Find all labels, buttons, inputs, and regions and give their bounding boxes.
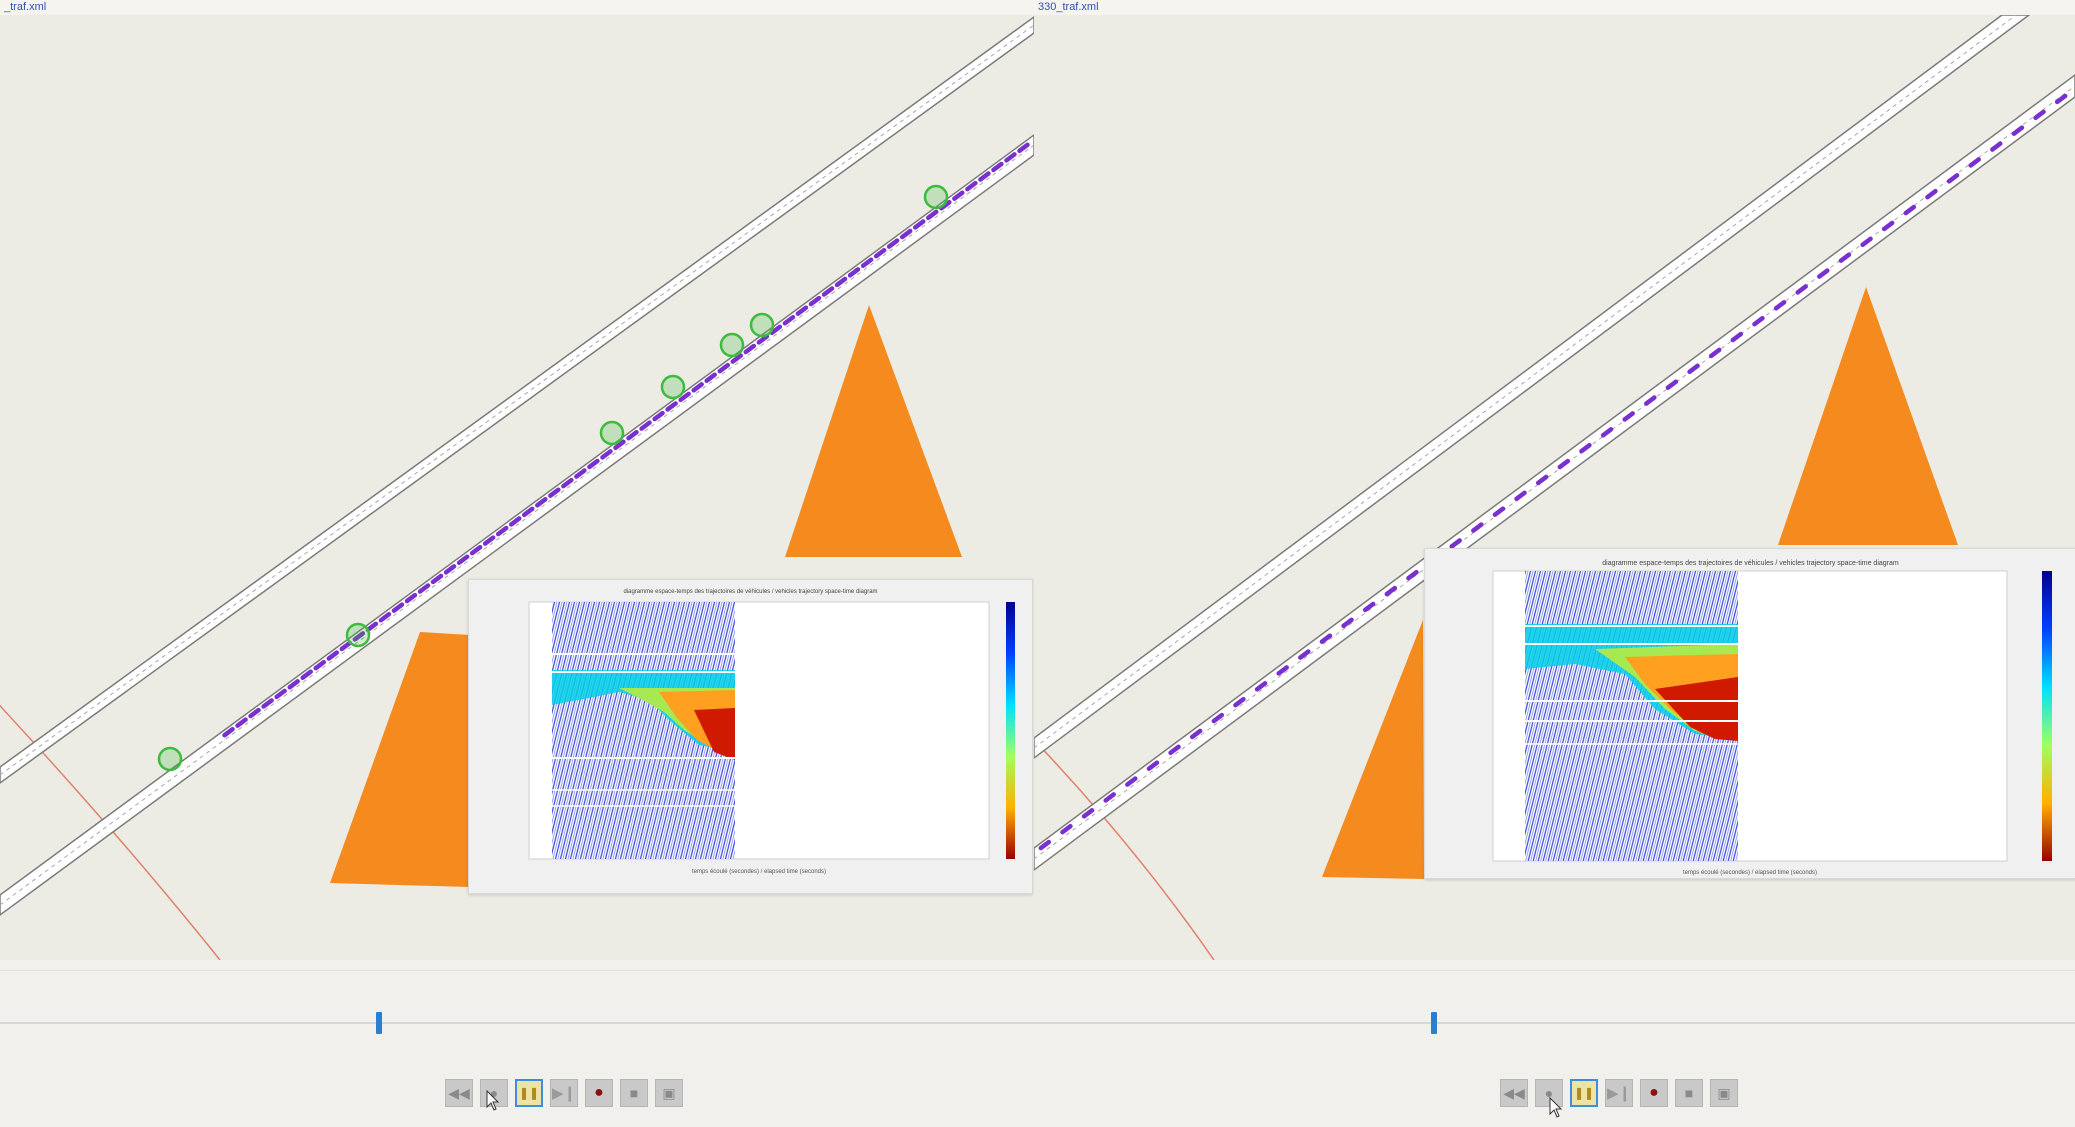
- transport-buttons: ◀◀ ● ❚❚ ▶❙ ● ■ ▣: [1500, 1079, 1738, 1107]
- step-button[interactable]: ■: [1675, 1079, 1703, 1107]
- end-icon: ▣: [1717, 1084, 1731, 1101]
- step-icon: ■: [629, 1085, 639, 1101]
- vehicle-marker[interactable]: [923, 184, 949, 210]
- record-button[interactable]: ●: [1640, 1079, 1668, 1107]
- mouse-cursor-icon: [1549, 1097, 1563, 1118]
- vehicle-marker[interactable]: [719, 332, 745, 358]
- road-network-map[interactable]: diagramme espace-temps des trajectoires …: [0, 15, 1034, 960]
- rewind-button[interactable]: ◀◀: [1500, 1079, 1528, 1107]
- play-icon: ▶❙: [551, 1085, 577, 1102]
- space-time-diagram[interactable]: diagramme espace-temps des trajectoires …: [468, 579, 1033, 894]
- vehicle-marker[interactable]: [749, 312, 775, 338]
- orange-cone-left: [330, 632, 470, 887]
- pause-button[interactable]: ❚❚: [515, 1079, 543, 1107]
- vehicle-marker[interactable]: [599, 420, 625, 446]
- orange-cone-left: [1322, 620, 1424, 879]
- orange-cone-right: [1778, 287, 1958, 545]
- diagram-plot: [528, 601, 1015, 860]
- play-button[interactable]: ▶❙: [1605, 1079, 1633, 1107]
- play-button[interactable]: ▶❙: [550, 1079, 578, 1107]
- step-button[interactable]: ■: [620, 1079, 648, 1107]
- pause-button[interactable]: ❚❚: [1570, 1079, 1598, 1107]
- diagram-xlabel: temps écoulé (secondes) / elapsed time (…: [691, 869, 827, 875]
- divider: [0, 970, 1034, 971]
- timeline-slider[interactable]: [376, 1012, 382, 1034]
- record-icon: ●: [1649, 1084, 1659, 1101]
- diagram-xlabel: temps écoulé (secondes) / elapsed time (…: [1682, 870, 1818, 876]
- mouse-cursor-icon: [486, 1090, 500, 1111]
- playback-controls: ◀◀ ● ❚❚ ▶❙ ● ■ ▣: [1034, 960, 2075, 1127]
- step-icon: ■: [1684, 1085, 1694, 1101]
- space-time-diagram[interactable]: diagramme espace-temps des trajectoires …: [1424, 548, 2075, 879]
- vehicle-marker[interactable]: [345, 622, 371, 648]
- play-icon: ▶❙: [1606, 1085, 1632, 1102]
- transport-buttons: ◀◀ ● ❚❚ ▶❙ ● ■ ▣: [445, 1079, 683, 1107]
- orange-cone-right: [785, 305, 962, 557]
- end-button[interactable]: ▣: [1710, 1079, 1738, 1107]
- rewind-icon: ◀◀: [1503, 1084, 1525, 1101]
- vehicle-marker[interactable]: [157, 746, 183, 772]
- rewind-button[interactable]: ◀◀: [445, 1079, 473, 1107]
- timeline-track[interactable]: [0, 1022, 1034, 1024]
- left-viewer-panel: _traf.xml diagramme espace-temps des tra…: [0, 0, 1034, 1127]
- colorbar: [1006, 602, 1015, 859]
- record-icon: ●: [594, 1084, 604, 1101]
- pause-icon: ❚❚: [1573, 1086, 1595, 1100]
- divider: [1034, 970, 2075, 971]
- diagram-plot: [1492, 570, 2052, 862]
- road-network-map[interactable]: diagramme espace-temps des trajectoires …: [1034, 15, 2075, 960]
- rewind-icon: ◀◀: [448, 1084, 470, 1101]
- colorbar: [2042, 571, 2052, 861]
- playback-controls: ◀◀ ● ❚❚ ▶❙ ● ■ ▣: [0, 960, 1034, 1127]
- vehicle-marker[interactable]: [660, 374, 686, 400]
- end-button[interactable]: ▣: [655, 1079, 683, 1107]
- window-title: 330_traf.xml: [1034, 0, 2075, 16]
- pause-icon: ❚❚: [518, 1086, 540, 1100]
- end-icon: ▣: [662, 1084, 676, 1101]
- window-title: _traf.xml: [0, 0, 1034, 16]
- timeline-track[interactable]: [1034, 1022, 2075, 1024]
- right-viewer-panel: 330_traf.xml diagramme espace-temps des …: [1034, 0, 2075, 1127]
- timeline-slider[interactable]: [1431, 1012, 1437, 1034]
- record-button[interactable]: ●: [585, 1079, 613, 1107]
